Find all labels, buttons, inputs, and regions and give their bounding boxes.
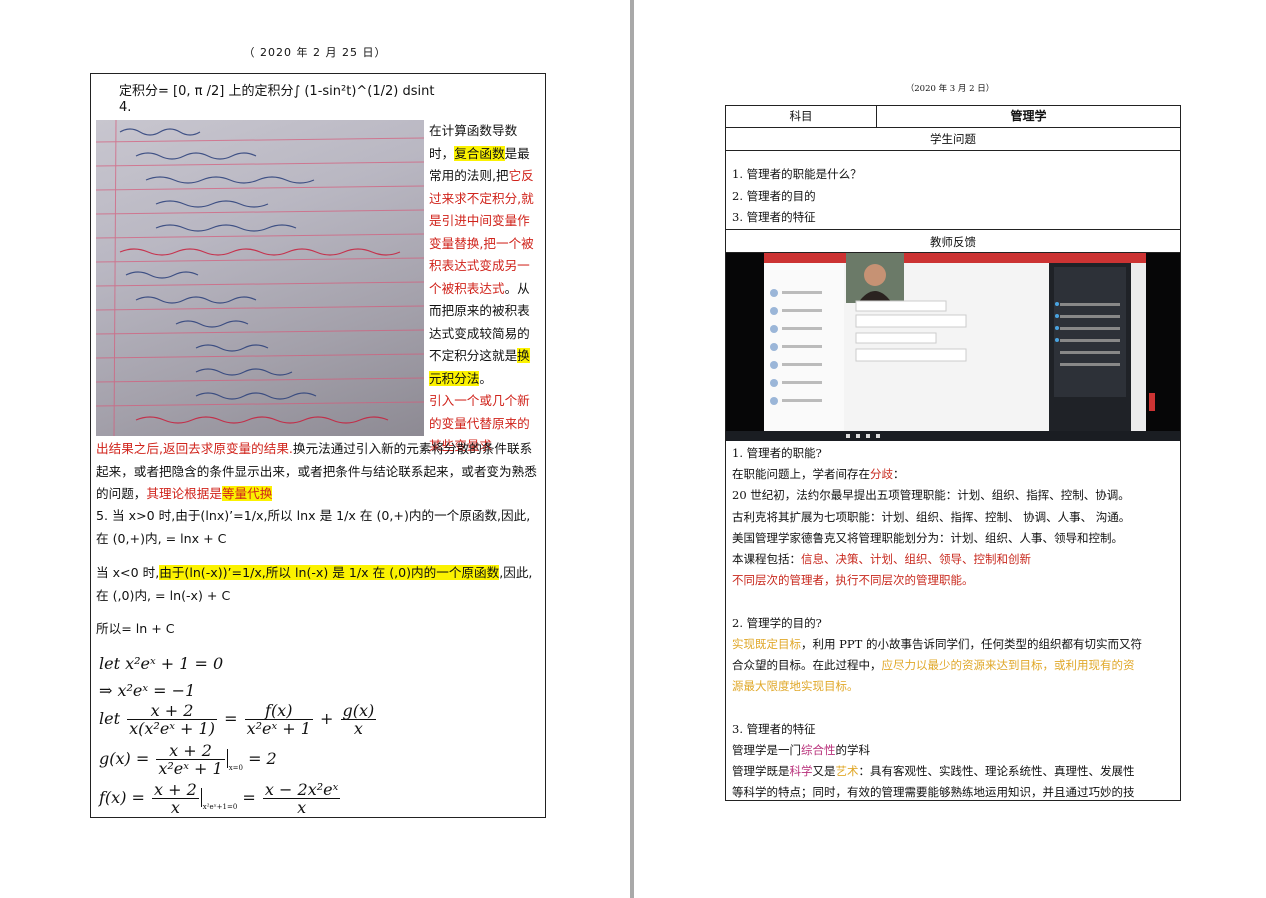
fb-line: 美国管理学家德鲁克又将管理职能划分为：计划、组织、人事、领导和控制。 <box>732 530 1123 545</box>
math-line-2: ⇒ x²eˣ = −1 <box>99 681 196 700</box>
item-5b: 当 x<0 时,由于(ln(-x))’=1/x,所以 ln(-x) 是 1/x … <box>96 562 542 607</box>
para-red-2: 其理论根据是 <box>146 486 222 501</box>
item-5c: 所以= ln + C <box>96 621 175 636</box>
left-date: （ 2020 年 2 月 25 日） <box>243 46 387 59</box>
fb-gold-text: 艺术 <box>835 764 859 779</box>
right-date: （2020 年 3 月 2 日） <box>905 84 995 94</box>
fb-red-text: 分歧 <box>870 467 893 482</box>
fb-text: ：具有客观性、实践性、理论系统性、真理性、发展性 <box>858 764 1135 779</box>
math-f: f(x) = <box>99 788 145 807</box>
fb-text: ，利用 PPT 的小故事告诉同学们，任何类型的组织都有切实而又符 <box>801 636 1142 651</box>
item-number-4: 4. <box>119 100 132 115</box>
fb-gold-text: 应尽力以最少的资源来达到目标，或利用现有的资 <box>881 658 1135 673</box>
frac6-num: x − 2x²eˣ <box>262 780 341 799</box>
fb-line: 古利克将其扩展为七项职能：计划、组织、指挥、控制、 协调、人事、 沟通。 <box>732 509 1131 524</box>
eval-sub-2: x²eˣ+1=0 <box>202 803 238 811</box>
fb-line: 在职能问题上，学者间存在分歧： <box>732 464 1178 485</box>
feedback-table: 科目 管理学 学生问题 1. 管理者的职能是什么？ 2. 管理者的目的 3. 管… <box>725 105 1181 801</box>
fraction-5: x + 2x <box>152 781 199 816</box>
frac4-den: x²eˣ + 1 <box>158 759 223 778</box>
fb-line: 实现既定目标，利用 PPT 的小故事告诉同学们，任何类型的组织都有切实而又符 <box>732 634 1178 655</box>
fraction-6: x − 2x²eˣ x <box>262 780 341 817</box>
fraction-3: g(x) x <box>340 701 377 738</box>
fb-text: 在职能问题上，学者间存在 <box>732 467 870 482</box>
fb-blank <box>732 591 1178 612</box>
fb-line: 管理学既是科学又是艺术：具有客观性、实践性、理论系统性、真理性、发展性 <box>732 761 1178 782</box>
frac5-den: x <box>170 798 180 817</box>
fb-line: 20 世纪初，法约尔最早提出五项管理职能：计划、组织、指挥、控制、协调。 <box>732 488 1130 503</box>
fraction-1: x + 2 x(x²eˣ + 1) <box>127 702 217 737</box>
frac1-num: x + 2 <box>127 702 217 720</box>
frac3-den: x <box>353 719 363 738</box>
math-eq-2: = 2 <box>248 749 277 768</box>
handwritten-notes-photo <box>96 120 424 436</box>
frac1-den: x(x²eˣ + 1) <box>129 719 215 738</box>
fraction-4: x + 2 x²eˣ + 1 <box>156 742 225 778</box>
frac2-num: f(x) <box>244 702 313 720</box>
eval-sub: x=0 <box>228 764 243 772</box>
feedback-text: 1. 管理者的职能? 在职能问题上，学者间存在分歧： 20 世纪初，法约尔最早提… <box>732 443 1178 803</box>
fb-pink-text: 科学 <box>789 764 813 779</box>
fb-red-text: 信息、决策、计划、组织、领导、控制和创新 <box>801 552 1031 567</box>
highlight-equivalent-substitution: 等量代换 <box>221 486 273 501</box>
fb-line: 合众望的目标。在此过程中，应尽力以最少的资源来达到目标，或利用现有的资 <box>732 655 1178 676</box>
left-content-box: 定积分= [0, π /2] 上的定积分∫ (1-sin²t)^(1/2) ds… <box>90 73 546 818</box>
para-red: 出结果之后,返回去求原变量的结果. <box>96 441 293 456</box>
frac2-den: x²eˣ + 1 <box>246 719 311 738</box>
fb-line: 不同层次的管理者，执行不同层次的管理职能。 <box>732 573 974 588</box>
frac6-den: x <box>297 798 307 817</box>
fb-line: 本课程包括：信息、决策、计划、组织、领导、控制和创新 <box>732 549 1178 570</box>
fb-line: 源最大限度地实现目标。 <box>732 679 859 694</box>
fb-text: 的学科 <box>835 742 871 757</box>
left-page: （ 2020 年 2 月 25 日） 定积分= [0, π /2] 上的定积分∫… <box>0 0 630 898</box>
fb-text: 合众望的目标。在此过程中， <box>732 658 882 673</box>
fb-gold-text: 实现既定目标 <box>732 636 801 651</box>
frac5-num: x + 2 <box>152 780 199 799</box>
fb-text: ： <box>893 467 905 482</box>
highlight-composite-function: 复合函数 <box>454 145 505 161</box>
eval-bar-2: x²eˣ+1=0 <box>200 788 238 811</box>
math-plus: + <box>320 709 334 728</box>
fb-line: 2. 管理学的目的? <box>732 615 822 630</box>
feedback-spacer <box>726 106 1180 442</box>
math-line-5: f(x) = x + 2 x x²eˣ+1=0 = x − 2x²eˣ x <box>99 781 342 816</box>
math-line-1: let x²eˣ + 1 = 0 <box>99 654 224 673</box>
fb-line: 等科学的特点；同时，有效的管理需要能够熟练地运用知识，并且通过巧妙的技 <box>732 785 1135 800</box>
fb-line: 3. 管理者的特征 <box>732 721 816 736</box>
fb-blank <box>732 697 1178 718</box>
math-line-3: let x + 2 x(x²eˣ + 1) = f(x) x²eˣ + 1 + g(… <box>99 702 378 737</box>
integral-line: 定积分= [0, π /2] 上的定积分∫ (1-sin²t)^(1/2) ds… <box>119 84 435 99</box>
side-paragraph: 在计算函数导数时，复合函数是最常用的法则,把它反过来求不定积分,就是引进中间变量… <box>429 120 541 458</box>
item-5b-pre: 当 x<0 时, <box>96 565 160 580</box>
math-eq-3: = <box>242 788 256 807</box>
math-g: g(x) = <box>99 749 150 768</box>
frac4-num: x + 2 <box>156 742 225 760</box>
fb-text: 又是 <box>812 764 836 779</box>
fb-text: 本课程包括： <box>732 552 801 567</box>
math-let: let <box>99 709 121 728</box>
fb-pink-text: 综合性 <box>801 742 836 757</box>
fb-line: 1. 管理者的职能? <box>732 446 822 460</box>
math-line-4: g(x) = x + 2 x²eˣ + 1 x=0 = 2 <box>99 742 277 777</box>
frac3-num: g(x) <box>340 701 377 720</box>
fb-text: 管理学既是 <box>732 764 790 779</box>
side-text-7: 。 <box>479 370 492 386</box>
right-page: （2020 年 3 月 2 日） 科目 管理学 学生问题 1. 管理者的职能是什… <box>634 0 1266 898</box>
item-5-text: 5. 当 x>0 时,由于(lnx)’=1/x,所以 lnx 是 1/x 在 (… <box>96 508 531 546</box>
fb-line: 管理学是一门综合性的学科 <box>732 740 1178 761</box>
fb-text: 管理学是一门 <box>732 742 801 757</box>
substitution-paragraph: 出结果之后,返回去求原变量的结果.换元法通过引入新的元素将分散的条件联系起来，或… <box>96 438 542 506</box>
eval-bar: x=0 <box>226 749 243 772</box>
side-red-text: 它反过来求不定积分,就是引进中间变量作变量替换,把一个被积表达式变成另一个被积表… <box>429 168 534 296</box>
highlight-ln-neg-x: 由于(ln(-x))’=1/x,所以 ln(-x) 是 1/x 在 (,0)内的… <box>159 565 500 580</box>
math-eq: = <box>224 709 238 728</box>
fraction-2: f(x) x²eˣ + 1 <box>244 702 313 738</box>
